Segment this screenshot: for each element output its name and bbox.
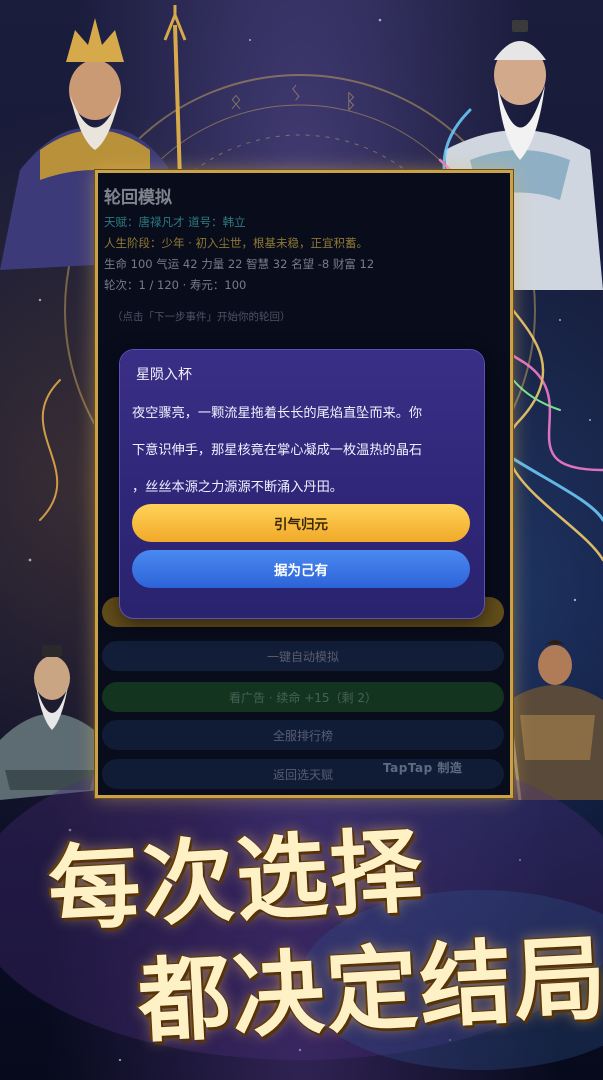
- event-text-line: ，丝丝本源之力源源不断涌入丹田。: [132, 480, 343, 495]
- sage-bottom-left-figure: [0, 645, 100, 800]
- event-description: 夜空骤亮，一颗流星拖着长长的尾焰直坠而来。你 下意识伸手，那星核竟在掌心凝成一枚…: [132, 395, 472, 506]
- svg-text:ᛊ: ᛊ: [290, 81, 302, 105]
- event-dialog: 星陨入杯 夜空骤亮，一颗流星拖着长长的尾焰直坠而来。你 下意识伸手，那星核竟在掌…: [120, 350, 484, 618]
- svg-text:ᛟ: ᛟ: [230, 89, 242, 113]
- event-text-line: 夜空骤亮，一颗流星拖着长长的尾焰直坠而来。你: [132, 406, 423, 421]
- svg-text:ᛒ: ᛒ: [345, 89, 357, 113]
- option-2-button[interactable]: 据为己有: [132, 550, 470, 588]
- warrior-bottom-right-figure: [498, 629, 603, 801]
- event-text-line: 下意识伸手，那星核竟在掌心凝成一枚温热的晶石: [132, 443, 423, 458]
- taptap-watermark: TapTap 制造: [383, 761, 463, 775]
- promo-screen: ᛟᛊᛒ ᛉᛞ: [0, 0, 603, 1080]
- event-title: 星陨入杯: [136, 367, 192, 383]
- option-1-button[interactable]: 引气归元: [132, 504, 470, 542]
